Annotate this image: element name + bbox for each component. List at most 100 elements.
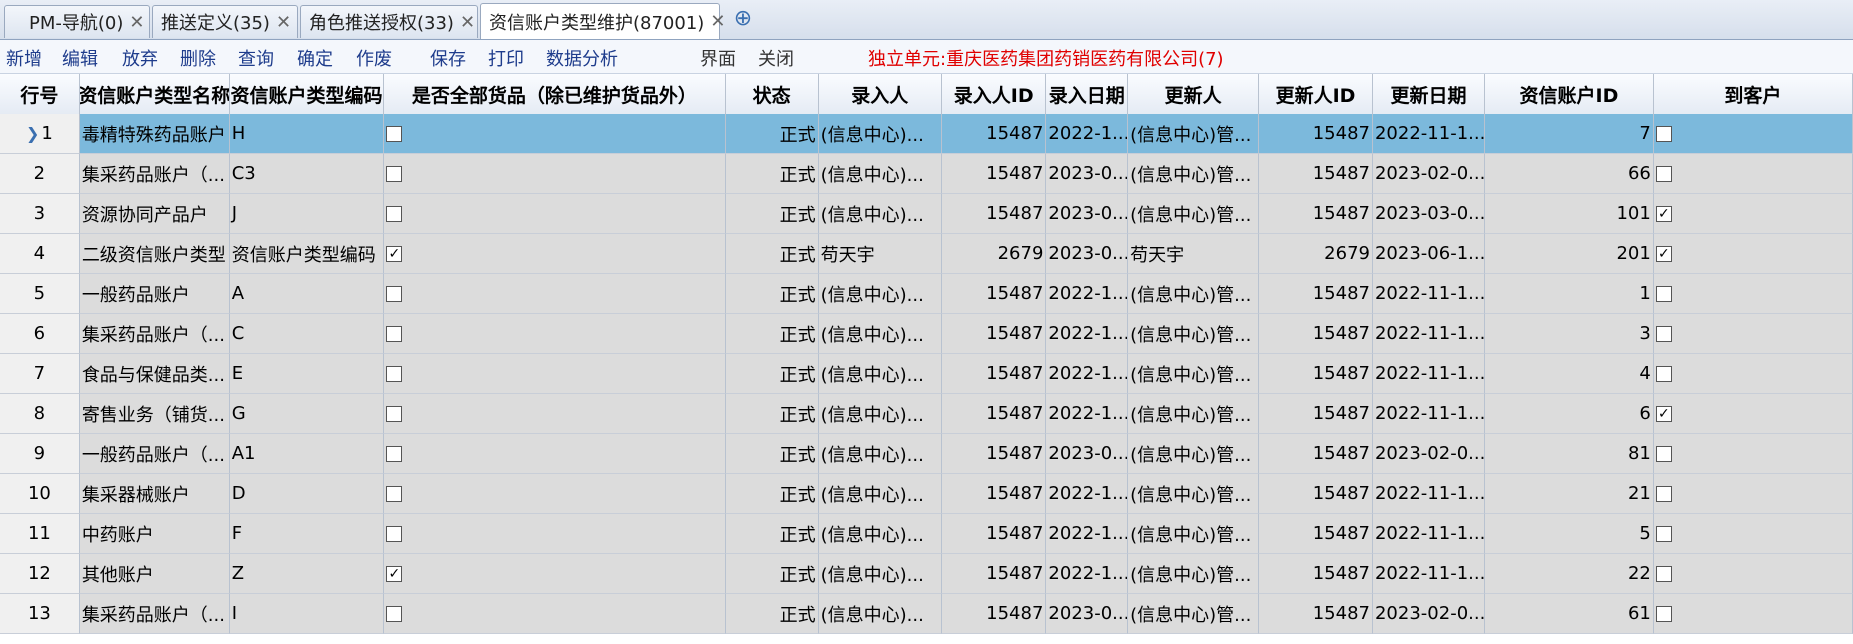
- all-goods-checkbox-cell[interactable]: [384, 314, 726, 354]
- created-cell[interactable]: 2022-1...: [1046, 514, 1129, 554]
- account-id-cell[interactable]: 81: [1485, 434, 1654, 474]
- code-cell[interactable]: Z: [229, 554, 385, 594]
- all-goods-checkbox[interactable]: [386, 365, 403, 382]
- created-cell[interactable]: 2022-1...: [1046, 554, 1129, 594]
- all-goods-checkbox-cell[interactable]: [384, 474, 726, 514]
- row-number-cell[interactable]: 11: [0, 514, 80, 554]
- code-cell[interactable]: A1: [229, 434, 385, 474]
- updater-cell[interactable]: (信息中心)管...: [1128, 594, 1260, 634]
- table-row[interactable]: 4 二级资信账户类型 资信账户类型编码 ✓ 正式 苟天宇 2679 2023-0... 苟天宇 2…: [0, 234, 1853, 274]
- creator-id-cell[interactable]: 2679: [941, 234, 1047, 274]
- header-row-no[interactable]: 行号: [0, 74, 80, 114]
- updated-cell[interactable]: 2023-02-0...: [1372, 154, 1485, 194]
- to-customer-checkbox-cell[interactable]: [1653, 274, 1853, 314]
- table-row[interactable]: 6 集采药品账户（... C 正式 (信息中心)... 15487 2022-1... (信息…: [0, 314, 1853, 354]
- status-cell[interactable]: 正式: [725, 354, 819, 394]
- to-customer-checkbox-cell[interactable]: [1653, 474, 1853, 514]
- updated-cell[interactable]: 2023-02-0...: [1372, 434, 1485, 474]
- status-cell[interactable]: 正式: [725, 154, 819, 194]
- table-row[interactable]: ❯ 1 毒精特殊药品账户 H 正式 (信息中心)... 15487 2022-1... (信息中…: [0, 114, 1853, 154]
- name-cell[interactable]: 寄售业务（铺货...: [79, 394, 230, 434]
- table-row[interactable]: 11 中药账户 F 正式 (信息中心)... 15487 2022-1... (信息中心)管.…: [0, 514, 1853, 554]
- all-goods-checkbox-cell[interactable]: [384, 114, 726, 154]
- name-cell[interactable]: 中药账户: [79, 514, 230, 554]
- updater-cell[interactable]: (信息中心)管...: [1128, 514, 1260, 554]
- name-cell[interactable]: 食品与保健品类...: [79, 354, 230, 394]
- to-customer-checkbox[interactable]: ✓: [1655, 405, 1672, 422]
- code-cell[interactable]: G: [229, 394, 385, 434]
- account-id-cell[interactable]: 22: [1485, 554, 1654, 594]
- updater-cell[interactable]: (信息中心)管...: [1128, 274, 1260, 314]
- updater-id-cell[interactable]: 15487: [1259, 114, 1373, 154]
- creator-cell[interactable]: (信息中心)...: [818, 594, 942, 634]
- name-cell[interactable]: 毒精特殊药品账户: [79, 114, 230, 154]
- status-cell[interactable]: 正式: [725, 394, 819, 434]
- to-customer-checkbox[interactable]: [1655, 165, 1672, 182]
- created-cell[interactable]: 2023-0...: [1046, 154, 1129, 194]
- row-number-cell[interactable]: 7: [0, 354, 80, 394]
- updater-id-cell[interactable]: 15487: [1259, 314, 1373, 354]
- creator-id-cell[interactable]: 15487: [941, 554, 1047, 594]
- table-row[interactable]: 8 寄售业务（铺货... G 正式 (信息中心)... 15487 2022-1... (信息…: [0, 394, 1853, 434]
- header-account-type-name[interactable]: 资信账户类型名称: [80, 74, 230, 114]
- created-cell[interactable]: 2022-1...: [1046, 274, 1129, 314]
- name-cell[interactable]: 资源协同产品户: [79, 194, 230, 234]
- updater-cell[interactable]: (信息中心)管...: [1128, 114, 1260, 154]
- row-number-cell[interactable]: 5: [0, 274, 80, 314]
- creator-id-cell[interactable]: 15487: [941, 114, 1047, 154]
- close-icon[interactable]: ✕: [276, 12, 291, 33]
- account-id-cell[interactable]: 3: [1485, 314, 1654, 354]
- creator-id-cell[interactable]: 15487: [941, 154, 1047, 194]
- updater-id-cell[interactable]: 15487: [1259, 354, 1373, 394]
- header-updater-id[interactable]: 更新人ID: [1259, 74, 1373, 114]
- row-number-cell[interactable]: 9: [0, 434, 80, 474]
- header-account-id[interactable]: 资信账户ID: [1485, 74, 1654, 114]
- to-customer-checkbox[interactable]: [1655, 485, 1672, 502]
- all-goods-checkbox[interactable]: [386, 285, 403, 302]
- creator-id-cell[interactable]: 15487: [941, 274, 1047, 314]
- account-id-cell[interactable]: 21: [1485, 474, 1654, 514]
- code-cell[interactable]: A: [229, 274, 385, 314]
- code-cell[interactable]: 资信账户类型编码: [229, 234, 385, 274]
- creator-id-cell[interactable]: 15487: [941, 354, 1047, 394]
- created-cell[interactable]: 2022-1...: [1046, 354, 1129, 394]
- all-goods-checkbox-cell[interactable]: [384, 194, 726, 234]
- to-customer-checkbox-cell[interactable]: [1653, 554, 1853, 594]
- creator-cell[interactable]: (信息中心)...: [818, 154, 942, 194]
- code-cell[interactable]: D: [229, 474, 385, 514]
- all-goods-checkbox-cell[interactable]: [384, 514, 726, 554]
- to-customer-checkbox[interactable]: [1655, 605, 1672, 622]
- creator-id-cell[interactable]: 15487: [941, 394, 1047, 434]
- row-number-cell[interactable]: 10: [0, 474, 80, 514]
- all-goods-checkbox[interactable]: [386, 405, 403, 422]
- code-cell[interactable]: H: [229, 114, 385, 154]
- table-row[interactable]: 7 食品与保健品类... E 正式 (信息中心)... 15487 2022-1... (信息…: [0, 354, 1853, 394]
- updater-id-cell[interactable]: 15487: [1259, 554, 1373, 594]
- creator-cell[interactable]: (信息中心)...: [818, 314, 942, 354]
- updater-id-cell[interactable]: 15487: [1259, 274, 1373, 314]
- all-goods-checkbox[interactable]: [386, 205, 403, 222]
- row-number-cell[interactable]: 2: [0, 154, 80, 194]
- confirm-button[interactable]: 确定: [297, 45, 333, 71]
- close-icon[interactable]: ✕: [710, 11, 725, 32]
- header-created-date[interactable]: 录入日期: [1046, 74, 1129, 114]
- updater-id-cell[interactable]: 15487: [1259, 434, 1373, 474]
- save-button[interactable]: 保存: [430, 45, 466, 71]
- updated-cell[interactable]: 2022-11-1...: [1372, 394, 1485, 434]
- edit-button[interactable]: 编辑: [62, 45, 98, 71]
- add-button[interactable]: 新增: [6, 45, 42, 71]
- name-cell[interactable]: 一般药品账户（...: [79, 434, 230, 474]
- updated-cell[interactable]: 2023-02-0...: [1372, 594, 1485, 634]
- all-goods-checkbox[interactable]: [386, 605, 403, 622]
- updated-cell[interactable]: 2022-11-1...: [1372, 474, 1485, 514]
- updater-cell[interactable]: (信息中心)管...: [1128, 394, 1260, 434]
- created-cell[interactable]: 2023-0...: [1046, 434, 1129, 474]
- row-number-cell[interactable]: 6: [0, 314, 80, 354]
- code-cell[interactable]: I: [229, 594, 385, 634]
- table-row[interactable]: 9 一般药品账户（... A1 正式 (信息中心)... 15487 2023-0... (信…: [0, 434, 1853, 474]
- name-cell[interactable]: 集采药品账户（...: [79, 154, 230, 194]
- table-row[interactable]: 5 一般药品账户 A 正式 (信息中心)... 15487 2022-1... (信息中心)管…: [0, 274, 1853, 314]
- account-id-cell[interactable]: 201: [1485, 234, 1654, 274]
- updater-cell[interactable]: (信息中心)管...: [1128, 194, 1260, 234]
- updater-cell[interactable]: (信息中心)管...: [1128, 314, 1260, 354]
